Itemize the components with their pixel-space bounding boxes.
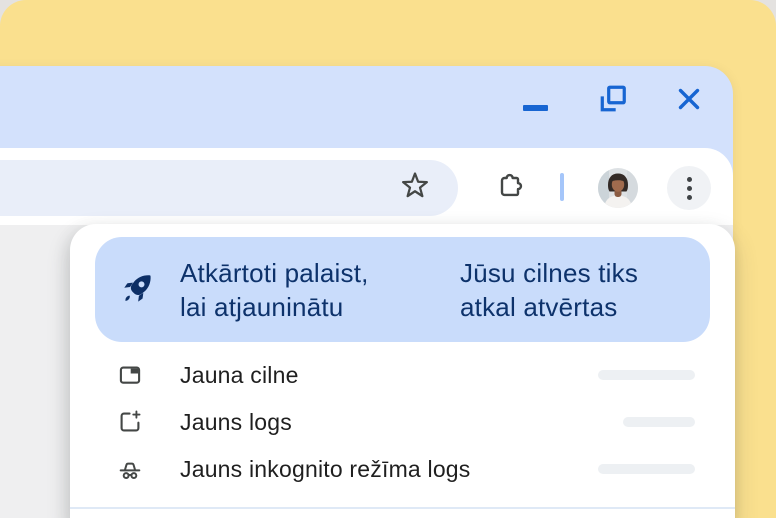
shortcut-placeholder: [623, 417, 695, 427]
address-bar[interactable]: [0, 160, 458, 216]
new-tab-icon: [116, 361, 144, 389]
relaunch-title-line2: lai atjauninātu: [180, 290, 369, 324]
extensions-button[interactable]: [492, 169, 528, 205]
puzzle-icon: [494, 170, 526, 205]
relaunch-subtitle-line1: Jūsu cilnes tiks: [460, 256, 638, 290]
restore-button[interactable]: [596, 83, 630, 117]
toolbar-divider: [560, 173, 564, 201]
menu-separator: [70, 507, 735, 509]
shortcut-placeholder: [598, 370, 695, 380]
restore-icon: [598, 84, 628, 117]
profile-avatar-button[interactable]: [598, 168, 638, 208]
menu-item-label: Jauns logs: [180, 409, 292, 436]
relaunch-subtitle-line2: atkal atvērtas: [460, 290, 638, 324]
three-dot-menu-icon: [687, 177, 692, 200]
bookmark-button[interactable]: [397, 169, 433, 205]
menu-item-new-incognito-window[interactable]: Jauns inkognito režīma logs: [70, 446, 735, 492]
close-icon: [675, 85, 703, 116]
star-icon: [400, 171, 430, 204]
close-button[interactable]: [672, 83, 706, 117]
menu-item-new-tab[interactable]: Jauna cilne: [70, 352, 735, 398]
menu-item-label: Jauna cilne: [180, 362, 299, 389]
screenshot-stage: Atkārtoti palaist, lai atjauninātu Jūsu …: [0, 0, 776, 518]
menu-item-label: Jauns inkognito režīma logs: [180, 456, 471, 483]
rocket-icon: [118, 270, 156, 311]
relaunch-title: Atkārtoti palaist, lai atjauninātu: [180, 256, 369, 324]
browser-menu-button[interactable]: [667, 166, 711, 210]
avatar: [598, 196, 638, 211]
incognito-icon: [116, 455, 144, 483]
browser-dropdown-menu: Atkārtoti palaist, lai atjauninātu Jūsu …: [70, 224, 735, 518]
minimize-button[interactable]: [518, 83, 552, 117]
new-window-icon: [116, 408, 144, 436]
minimize-icon: [523, 105, 548, 111]
relaunch-title-line1: Atkārtoti palaist,: [180, 256, 369, 290]
relaunch-subtitle: Jūsu cilnes tiks atkal atvērtas: [460, 256, 638, 324]
relaunch-to-update-button[interactable]: Atkārtoti palaist, lai atjauninātu Jūsu …: [95, 237, 710, 342]
shortcut-placeholder: [598, 464, 695, 474]
menu-item-new-window[interactable]: Jauns logs: [70, 399, 735, 445]
